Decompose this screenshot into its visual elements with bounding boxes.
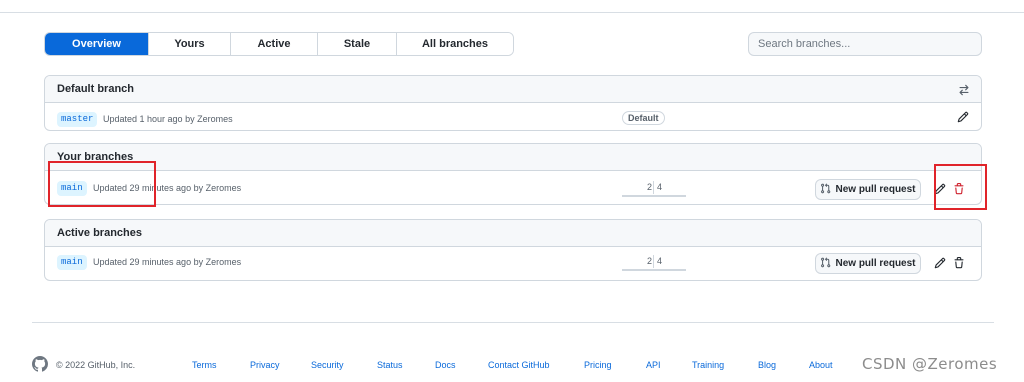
ahead-count: 4 bbox=[657, 256, 663, 266]
footer-link-status[interactable]: Status bbox=[377, 360, 403, 370]
behind-count: 2 bbox=[646, 256, 652, 266]
git-pull-request-icon bbox=[820, 256, 831, 271]
branch-updated-text: Updated 29 minutes ago by Zeromes bbox=[93, 257, 242, 267]
ahead-behind-divider bbox=[653, 255, 654, 268]
default-branch-box: Default branch master Updated 1 hour ago… bbox=[44, 75, 982, 131]
new-pull-request-button[interactable]: New pull request bbox=[815, 179, 921, 200]
footer-link-contact[interactable]: Contact GitHub bbox=[488, 360, 550, 370]
ahead-behind-bar bbox=[622, 195, 686, 197]
your-branches-box: Your branches main Updated 29 minutes ag… bbox=[44, 143, 982, 205]
tab-yours[interactable]: Yours bbox=[148, 33, 230, 55]
top-divider bbox=[0, 12, 1024, 13]
active-branches-box: Active branches main Updated 29 minutes … bbox=[44, 219, 982, 281]
footer-link-api[interactable]: API bbox=[646, 360, 661, 370]
default-branch-header: Default branch bbox=[45, 76, 981, 103]
pencil-icon[interactable] bbox=[955, 109, 971, 125]
github-logo-icon[interactable] bbox=[32, 356, 48, 375]
branch-filter-tabs: Overview Yours Active Stale All branches bbox=[44, 32, 514, 56]
active-branches-header: Active branches bbox=[45, 220, 981, 247]
ahead-behind-bar bbox=[622, 269, 686, 271]
trash-icon[interactable] bbox=[951, 255, 967, 271]
branch-updated-text: Updated 1 hour ago by Zeromes bbox=[103, 114, 233, 124]
copyright-text: © 2022 GitHub, Inc. bbox=[56, 360, 136, 370]
footer-link-terms[interactable]: Terms bbox=[192, 360, 217, 370]
branch-row-main: main Updated 29 minutes ago by Zeromes 2… bbox=[45, 171, 981, 203]
active-branches-title: Active branches bbox=[57, 227, 142, 239]
default-branch-title: Default branch bbox=[57, 83, 135, 95]
behind-count: 2 bbox=[646, 182, 652, 192]
tab-overview[interactable]: Overview bbox=[45, 33, 148, 55]
tab-stale[interactable]: Stale bbox=[317, 33, 396, 55]
pencil-icon[interactable] bbox=[932, 255, 948, 271]
footer-link-docs[interactable]: Docs bbox=[435, 360, 456, 370]
your-branches-header: Your branches bbox=[45, 144, 981, 171]
your-branches-title: Your branches bbox=[57, 151, 134, 163]
branch-row-main: main Updated 29 minutes ago by Zeromes 2… bbox=[45, 247, 981, 279]
pencil-icon[interactable] bbox=[932, 181, 948, 197]
arrow-switch-icon[interactable] bbox=[956, 82, 972, 98]
search-branches-input[interactable] bbox=[748, 32, 982, 56]
branch-name-link[interactable]: main bbox=[57, 255, 87, 270]
footer-link-about[interactable]: About bbox=[809, 360, 833, 370]
csdn-watermark: CSDN @Zeromes bbox=[862, 355, 998, 373]
footer-link-training[interactable]: Training bbox=[692, 360, 724, 370]
tab-all-branches[interactable]: All branches bbox=[396, 33, 513, 55]
default-badge: Default bbox=[622, 111, 665, 125]
footer-divider bbox=[32, 322, 994, 323]
branch-name-link[interactable]: master bbox=[57, 112, 98, 127]
tab-active[interactable]: Active bbox=[230, 33, 317, 55]
ahead-behind-counts: 2 4 bbox=[622, 253, 686, 273]
trash-icon[interactable] bbox=[951, 181, 967, 197]
footer: © 2022 GitHub, Inc. Terms Privacy Securi… bbox=[32, 354, 992, 374]
branch-updated-text: Updated 29 minutes ago by Zeromes bbox=[93, 183, 242, 193]
footer-link-security[interactable]: Security bbox=[311, 360, 344, 370]
ahead-count: 4 bbox=[657, 182, 663, 192]
footer-link-blog[interactable]: Blog bbox=[758, 360, 776, 370]
git-pull-request-icon bbox=[820, 182, 831, 197]
ahead-behind-counts: 2 4 bbox=[622, 179, 686, 199]
branch-row-master: master Updated 1 hour ago by Zeromes Def… bbox=[45, 103, 981, 130]
ahead-behind-divider bbox=[653, 181, 654, 194]
footer-link-pricing[interactable]: Pricing bbox=[584, 360, 612, 370]
footer-link-privacy[interactable]: Privacy bbox=[250, 360, 280, 370]
new-pull-request-label: New pull request bbox=[835, 258, 916, 269]
new-pull-request-label: New pull request bbox=[835, 184, 916, 195]
branch-name-link[interactable]: main bbox=[57, 181, 87, 196]
new-pull-request-button[interactable]: New pull request bbox=[815, 253, 921, 274]
